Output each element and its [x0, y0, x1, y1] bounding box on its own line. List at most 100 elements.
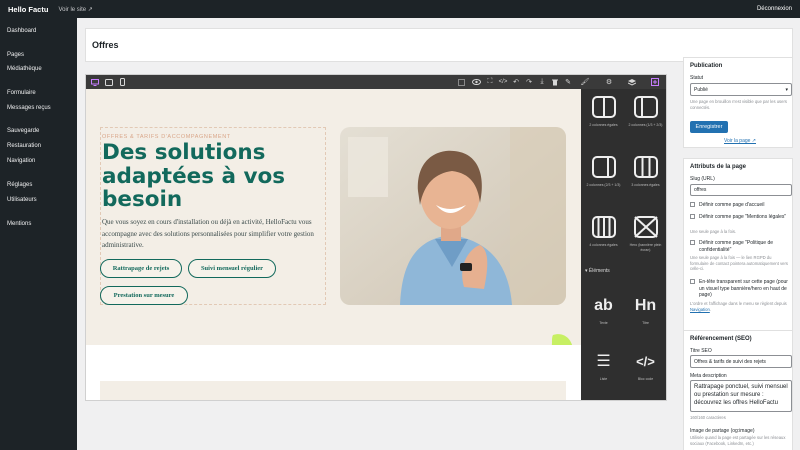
home-page-checkbox[interactable] [690, 202, 695, 207]
desktop-icon[interactable] [90, 75, 100, 89]
block-three-columns[interactable]: 3 colonnes égales [625, 153, 666, 188]
code-block-icon: </> [636, 354, 655, 369]
block-hero-banner[interactable]: Hero (bannière plein écran) [625, 213, 666, 252]
gear-icon[interactable]: ⚙ [604, 75, 614, 89]
view-page-link[interactable]: Voir la page ↗ [724, 138, 756, 144]
undo-icon[interactable]: ↶ [511, 75, 521, 89]
hero-banner-icon [633, 216, 658, 238]
eye-icon[interactable] [471, 75, 481, 89]
tablet-icon[interactable] [104, 75, 114, 89]
status-select[interactable]: Publié ▾ [690, 83, 792, 96]
three-columns-icon [633, 156, 658, 178]
chevron-down-icon: ▾ [585, 268, 588, 274]
navigation-link[interactable]: Navigation [690, 307, 710, 312]
sidebar-item-dashboard[interactable]: Dashboard [7, 28, 36, 34]
trash-icon[interactable] [550, 75, 560, 89]
privacy-page-checkbox[interactable] [690, 240, 695, 245]
editor-canvas[interactable]: OFFRES & TARIFS D'ACCOMPAGNEMENT Des sol… [86, 89, 581, 400]
seo-heading: Référencement (SEO) [690, 336, 752, 342]
og-image-label: Image de partage (og:image) [690, 428, 755, 434]
add-block-icon[interactable] [650, 75, 660, 89]
code-icon[interactable]: </> [498, 75, 508, 89]
block-label: 4 colonnes égales [589, 243, 618, 247]
elements-section-label: Éléments [588, 268, 610, 274]
logout-link[interactable]: Déconnexion [757, 6, 792, 12]
sidebar-item-restore[interactable]: Restauration [7, 143, 41, 149]
site-brand[interactable]: Hello Factu [8, 5, 48, 14]
page-attributes-panel: Attributs de la page Slug (URL) offres D… [683, 158, 793, 340]
offer-button-rejets[interactable]: Rattrapage de rejets [100, 259, 182, 278]
block-four-columns[interactable]: 4 colonnes égales [583, 213, 624, 248]
elements-section-toggle[interactable]: ▾ Éléments [585, 268, 610, 274]
publication-panel: Publication Statut Publié ▾ Une page en … [683, 57, 793, 148]
status-label: Statut [690, 75, 704, 81]
element-title[interactable]: Hn Titre [625, 293, 666, 326]
mobile-icon[interactable] [117, 75, 127, 89]
two-columns-two-thirds-icon [591, 156, 616, 178]
status-value: Publié [694, 86, 708, 93]
two-columns-third-icon [633, 96, 658, 118]
admin-topbar: Hello Factu Voir le site ↗ Déconnexion [0, 0, 800, 18]
seo-panel: Référencement (SEO) Titre SEO Offres & t… [683, 330, 793, 450]
privacy-help: Une seule page à la fois — le lien RGPD … [690, 255, 788, 271]
element-label: Bloc code [637, 377, 654, 381]
home-page-label: Définir comme page d'accueil [699, 202, 765, 208]
list-icon: ☰ [596, 353, 611, 370]
two-columns-icon [591, 96, 616, 118]
publication-heading: Publication [690, 63, 723, 69]
sidebar-item-pages[interactable]: Pages [7, 52, 24, 58]
transparent-header-checkbox[interactable] [690, 279, 695, 284]
hero-photo [340, 127, 566, 305]
legal-page-checkbox[interactable] [690, 214, 695, 219]
nav-order-help: L'ordre et l'affichage dans le menu se r… [690, 301, 787, 312]
block-label: 2 colonnes (1/3 + 2/3) [628, 123, 663, 127]
element-code[interactable]: </> Bloc code [625, 349, 666, 382]
sidebar-item-legal[interactable]: Mentions [7, 221, 31, 227]
save-button[interactable]: Enregistrer [690, 121, 728, 133]
sidebar-item-media[interactable]: Médiathèque [7, 66, 42, 72]
chevron-down-icon: ▾ [785, 86, 788, 93]
brush-icon[interactable]: 🖌 [580, 75, 590, 89]
element-label: Texte [599, 321, 608, 325]
block-label: 2 colonnes égales [589, 123, 618, 127]
sidebar-item-form[interactable]: Formulaire [7, 90, 36, 96]
next-section-strip [100, 381, 566, 400]
redo-icon[interactable]: ↷ [524, 75, 534, 89]
block-two-columns-two-thirds[interactable]: 2 colonnes (2/3 + 1/3) [583, 153, 624, 188]
fullscreen-icon[interactable]: ⛶ [485, 75, 495, 89]
og-image-help: Utilisée quand la page est partagée sur … [690, 435, 786, 446]
seo-title-input[interactable]: Offres & tarifs de suivi des rejets [690, 355, 792, 368]
offer-button-suivi[interactable]: Suivi mensuel régulier [188, 259, 276, 278]
visit-site-link[interactable]: Voir le site ↗ [58, 6, 92, 13]
element-list[interactable]: ☰ Liste [583, 349, 624, 382]
sidebar-item-messages[interactable]: Messages reçus [7, 105, 51, 111]
transparent-header-label: En-tête transparent sur cette page (pour… [699, 279, 788, 298]
four-columns-icon [591, 216, 616, 238]
block-label: 3 colonnes égales [631, 183, 660, 187]
sidebar-item-users[interactable]: Utilisateurs [7, 197, 37, 203]
hero-title: Des solutions adaptées à vos besoin [102, 140, 286, 212]
privacy-page-label: Définir comme page "Politique de confide… [699, 240, 774, 253]
hero-text: Que vous soyez en cours d'installation o… [102, 218, 314, 249]
offer-button-sur-mesure[interactable]: Prestation sur mesure [100, 286, 188, 305]
block-two-columns-third[interactable]: 2 colonnes (1/3 + 2/3) [625, 93, 666, 128]
download-icon[interactable]: ⤓ [537, 75, 547, 89]
layers-icon[interactable] [627, 75, 637, 89]
admin-sidebar: Dashboard Pages Médiathèque Formulaire M… [0, 18, 77, 450]
sidebar-item-navigation[interactable]: Navigation [7, 158, 35, 164]
title-glyph: Hn [634, 297, 657, 314]
meta-description-textarea[interactable]: Rattrapage ponctuel, suivi mensuel ou pr… [690, 380, 792, 412]
pen-icon[interactable]: ✎ [563, 75, 573, 89]
select-icon[interactable] [456, 75, 466, 89]
element-text[interactable]: ab Texte [583, 293, 624, 326]
blocks-panel: 2 colonnes égales 2 colonnes (1/3 + 2/3)… [581, 89, 666, 400]
sidebar-item-backup[interactable]: Sauvegarde [7, 128, 39, 134]
page-editor: ⛶ </> ↶ ↷ ⤓ ✎ 🖌 ⚙ OFFRES & TARIFS D'ACCO… [85, 74, 667, 401]
element-label: Titre [642, 321, 649, 325]
status-help: Une page en brouillon n'est visible que … [690, 99, 787, 110]
sidebar-item-settings[interactable]: Réglages [7, 182, 32, 188]
meta-char-count: 160/160 caractères [690, 415, 726, 420]
editor-toolbar: ⛶ </> ↶ ↷ ⤓ ✎ 🖌 ⚙ [86, 75, 666, 89]
block-two-columns[interactable]: 2 colonnes égales [583, 93, 624, 128]
slug-input[interactable]: offres [690, 184, 792, 196]
